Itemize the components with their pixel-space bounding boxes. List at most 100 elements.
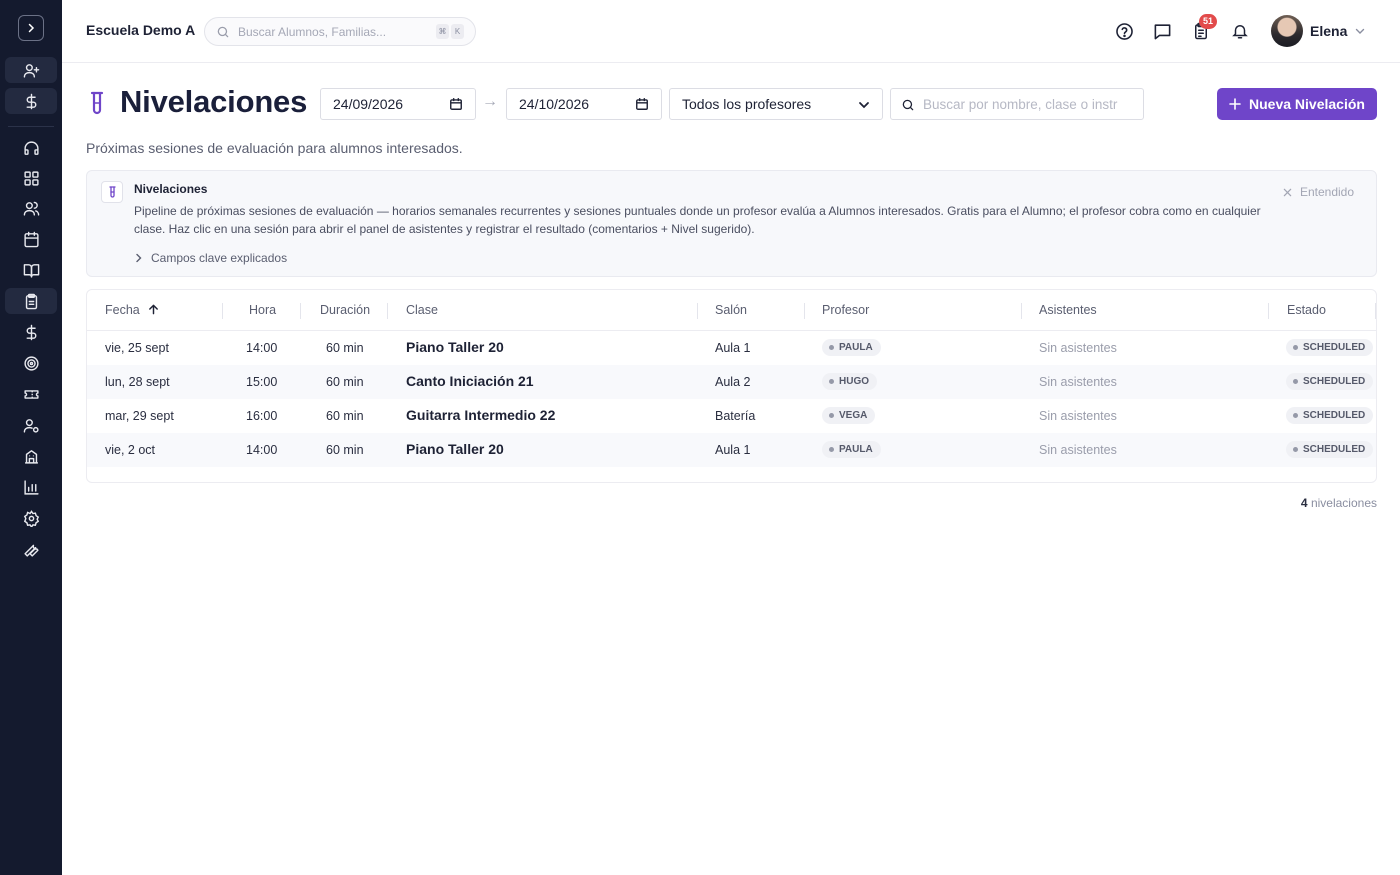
sidebar-item-calendar[interactable] — [5, 226, 57, 252]
cell-asistentes: Sin asistentes — [1039, 409, 1117, 423]
cell-clase[interactable]: Piano Taller 20 — [406, 441, 504, 457]
column-header-hora[interactable]: Hora — [249, 303, 276, 317]
column-divider — [222, 303, 223, 319]
chart-icon — [23, 479, 39, 495]
results-count-value: 4 — [1300, 496, 1308, 510]
page-title: Nivelaciones — [120, 84, 308, 119]
cell-fecha: vie, 25 sept — [105, 341, 169, 355]
cell-clase[interactable]: Guitarra Intermedio 22 — [406, 407, 555, 423]
cell-fecha: mar, 29 sept — [105, 409, 174, 423]
cell-clase[interactable]: Piano Taller 20 — [406, 339, 504, 355]
sidebar-item-nivelaciones[interactable] — [5, 288, 57, 314]
new-nivelacion-label: Nueva Nivelación — [1249, 96, 1365, 112]
column-header-profesor[interactable]: Profesor — [822, 303, 869, 317]
sidebar-item-settings[interactable] — [5, 505, 57, 531]
cell-asistentes: Sin asistentes — [1039, 443, 1117, 457]
teacher-filter-value: Todos los profesores — [682, 96, 812, 112]
sidebar-item-goals[interactable] — [5, 350, 57, 376]
sidebar-item-tools[interactable] — [5, 536, 57, 562]
wrench-icon — [23, 544, 39, 557]
clipboard-icon — [25, 293, 37, 309]
notifications-button[interactable] — [1230, 21, 1250, 41]
dismiss-label: Entendido — [1299, 185, 1354, 199]
grid-icon — [23, 170, 39, 186]
calendar-icon[interactable] — [449, 97, 463, 111]
column-header-asistentes[interactable]: Asistentes — [1039, 303, 1097, 317]
column-header-salon[interactable]: Salón — [715, 303, 747, 317]
cell-salon: Aula 2 — [715, 375, 751, 389]
column-header-fecha[interactable]: Fecha — [105, 303, 159, 317]
sidebar-item-billing[interactable] — [5, 319, 57, 345]
cell-salon: Aula 1 — [715, 443, 751, 457]
new-nivelacion-button[interactable]: Nueva Nivelación — [1217, 88, 1377, 120]
avatar[interactable] — [1271, 15, 1303, 47]
cell-clase[interactable]: Canto Iniciación 21 — [406, 373, 534, 389]
sidebar-item-dashboard[interactable] — [5, 165, 57, 191]
close-icon — [1283, 188, 1292, 196]
session-search-placeholder: Buscar por nombre, clase o instr — [923, 97, 1118, 112]
cell-hora: 14:00 — [246, 443, 278, 457]
status-badge: SCHEDULED — [1286, 441, 1374, 458]
info-card-title: Nivelaciones — [134, 182, 208, 196]
teacher-badge: VEGA — [822, 407, 876, 424]
date-to-value: 24/10/2026 — [519, 96, 590, 112]
sidebar-item-classes[interactable] — [5, 257, 57, 283]
sidebar-item-tickets[interactable] — [5, 381, 57, 407]
teacher-badge: HUGO — [822, 373, 877, 390]
messages-button[interactable] — [1152, 21, 1172, 41]
sidebar-toggle-button[interactable] — [18, 15, 44, 41]
sidebar-item-add-student[interactable] — [5, 57, 57, 83]
info-card-icon — [101, 181, 123, 203]
calendar-icon[interactable] — [635, 97, 649, 111]
date-range-separator: → — [482, 93, 498, 110]
sidebar-item-payments[interactable] — [5, 88, 57, 114]
cell-salon: Aula 1 — [715, 341, 751, 355]
table-row[interactable]: vie, 25 sept 14:00 60 min Piano Taller 2… — [87, 331, 1376, 365]
sidebar-divider — [8, 126, 54, 127]
target-icon — [23, 355, 39, 371]
school-name[interactable]: Escuela Demo A — [86, 22, 195, 38]
cell-duracion: 60 min — [326, 341, 364, 355]
column-header-fecha-label: Fecha — [105, 303, 140, 317]
sidebar-item-students[interactable] — [5, 195, 57, 221]
sidebar-item-staff[interactable] — [5, 412, 57, 438]
dismiss-button[interactable]: Entendido — [1283, 185, 1354, 199]
sidebar-item-reports[interactable] — [5, 474, 57, 500]
chevron-right-icon — [28, 23, 35, 33]
table-header: Fecha Hora Duración Clase Salón Profesor… — [87, 290, 1376, 331]
sidebar-item-support[interactable] — [5, 135, 57, 161]
cell-duracion: 60 min — [326, 375, 364, 389]
column-header-estado[interactable]: Estado — [1287, 303, 1326, 317]
teacher-filter-select[interactable]: Todos los profesores — [669, 88, 883, 120]
help-button[interactable] — [1114, 21, 1134, 41]
search-icon — [217, 26, 229, 38]
settings-icon — [23, 509, 39, 527]
table-row[interactable]: mar, 29 sept 16:00 60 min Guitarra Inter… — [87, 399, 1376, 433]
column-divider — [300, 303, 301, 319]
user-name[interactable]: Elena — [1310, 23, 1347, 39]
table-row[interactable]: vie, 2 oct 14:00 60 min Piano Taller 20 … — [87, 433, 1376, 467]
cell-duracion: 60 min — [326, 409, 364, 423]
chevron-down-icon[interactable] — [1354, 25, 1366, 37]
global-search-input[interactable]: Buscar Alumnos, Familias... ⌘ K — [204, 17, 476, 46]
column-header-clase[interactable]: Clase — [406, 303, 438, 317]
session-search-input[interactable]: Buscar por nombre, clase o instr — [890, 88, 1144, 120]
ticket-icon — [23, 389, 39, 399]
cell-fecha: lun, 28 sept — [105, 375, 170, 389]
results-count-label: nivelaciones — [1310, 496, 1377, 510]
date-from-input[interactable]: 24/09/2026 — [320, 88, 476, 120]
table-row[interactable]: lun, 28 sept 15:00 60 min Canto Iniciaci… — [87, 365, 1376, 399]
cell-hora: 14:00 — [246, 341, 278, 355]
key-fields-expander[interactable]: Campos clave explicados — [135, 251, 287, 265]
dollar-icon — [26, 324, 36, 340]
results-count: 4 nivelaciones — [1301, 496, 1377, 510]
page-subtitle: Próximas sesiones de evaluación para alu… — [86, 140, 463, 156]
tasks-count-badge: 51 — [1199, 14, 1217, 29]
date-to-input[interactable]: 24/10/2026 — [506, 88, 662, 120]
cell-asistentes: Sin asistentes — [1039, 341, 1117, 355]
calendar-icon — [23, 231, 39, 247]
sidebar-item-school[interactable] — [5, 443, 57, 469]
message-icon — [1154, 23, 1170, 39]
search-icon — [902, 99, 914, 111]
column-header-duracion[interactable]: Duración — [320, 303, 370, 317]
